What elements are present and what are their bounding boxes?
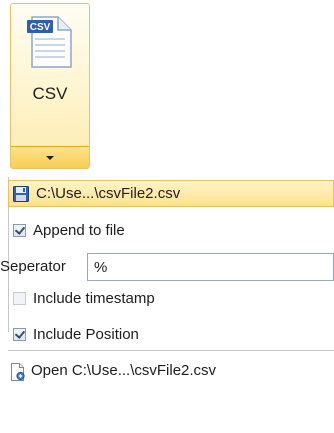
csv-export-button[interactable]: CSV CSV	[11, 4, 89, 149]
position-label: Include Position	[33, 326, 139, 343]
csv-dropdown-arrow[interactable]	[11, 146, 89, 168]
append-to-file-item[interactable]: Append to file	[12, 217, 125, 244]
csv-ribbon-button[interactable]: CSV CSV	[10, 3, 90, 169]
append-label: Append to file	[33, 222, 125, 239]
include-timestamp-item[interactable]: Include timestamp	[12, 285, 155, 312]
separator-row: Seperator	[0, 250, 334, 284]
separator-input[interactable]	[87, 253, 334, 281]
save-icon	[13, 185, 29, 202]
csv-icon-text: CSV	[30, 22, 51, 33]
open-file-item[interactable]: Open C:\Use...\csvFile2.csv	[10, 357, 216, 384]
csv-file-icon: CSV	[26, 16, 74, 68]
menu-divider	[8, 350, 334, 351]
save-path-item[interactable]: C:\Use...\csvFile2.csv	[8, 180, 334, 207]
append-checkbox[interactable]	[13, 224, 26, 237]
open-file-icon	[10, 362, 26, 381]
open-file-label: Open C:\Use...\csvFile2.csv	[31, 362, 217, 379]
csv-button-label: CSV	[32, 84, 68, 103]
position-checkbox[interactable]	[13, 328, 26, 341]
timestamp-checkbox[interactable]	[13, 292, 26, 305]
separator-label: Seperator	[0, 258, 66, 275]
chevron-down-icon	[46, 156, 54, 160]
timestamp-label: Include timestamp	[33, 290, 155, 307]
save-path-label: C:\Use...\csvFile2.csv	[36, 185, 181, 202]
csv-dropdown-menu: C:\Use...\csvFile2.csv Append to file Se…	[0, 177, 334, 433]
include-position-item[interactable]: Include Position	[12, 321, 139, 348]
